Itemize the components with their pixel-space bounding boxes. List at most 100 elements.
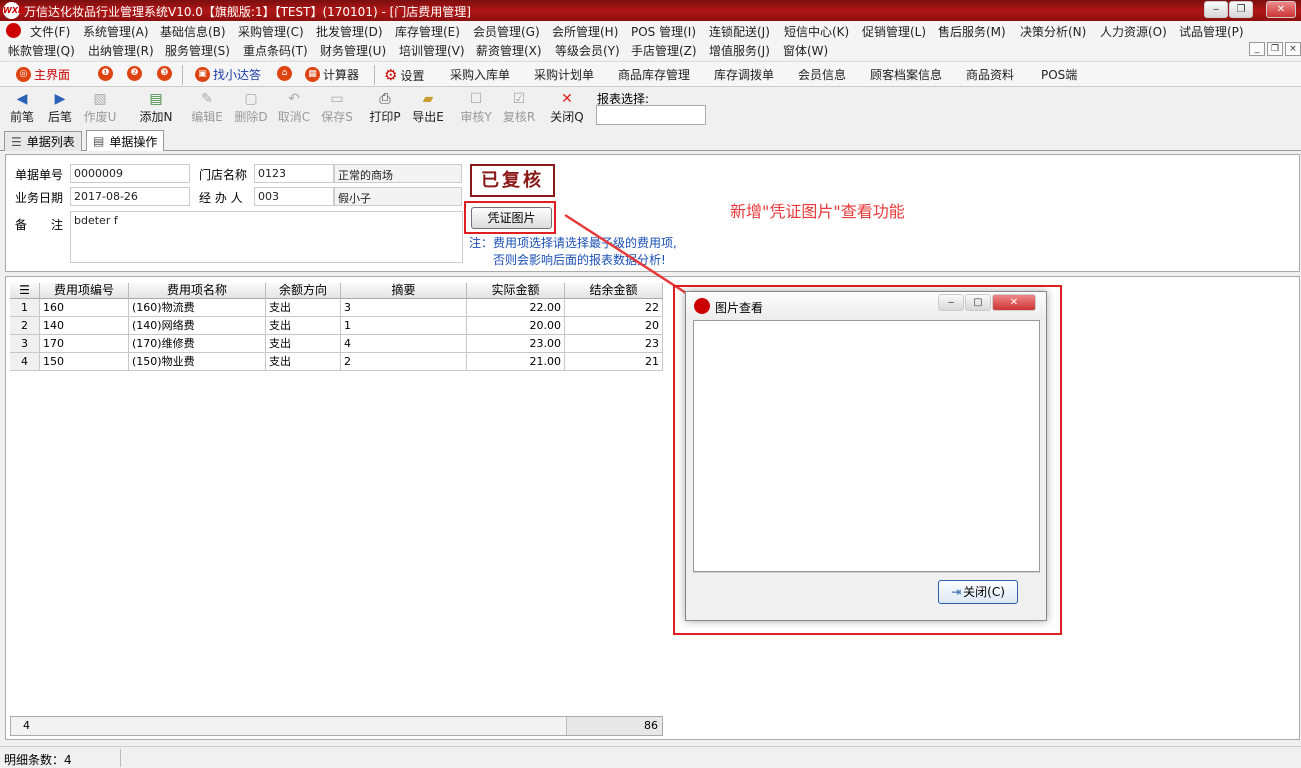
handler-code-field[interactable]: 003 — [254, 187, 334, 206]
grid-cell-n[interactable]: 1 — [10, 299, 40, 317]
quick-link-purchase-plan[interactable]: 采购计划单 — [534, 66, 594, 83]
home2-link[interactable]: ⌂ — [277, 66, 295, 81]
grid-cell-name[interactable]: (170)维修费 — [129, 335, 266, 353]
menu-accounts[interactable]: 帐款管理(Q) — [8, 42, 75, 59]
menu-finance[interactable]: 财务管理(U) — [320, 42, 386, 59]
report-select-input[interactable] — [596, 105, 706, 125]
minimize-button[interactable]: ‒ — [1204, 1, 1228, 18]
menu-pos[interactable]: POS 管理(I) — [631, 23, 696, 40]
grid-corner[interactable]: ☰ — [10, 283, 40, 299]
date-field[interactable]: 2017-08-26 — [70, 187, 190, 206]
menu-level-member[interactable]: 等级会员(Y) — [555, 42, 620, 59]
menu-barcode[interactable]: 重点条码(T) — [243, 42, 308, 59]
quick-link-transfer[interactable]: 库存调拨单 — [714, 66, 774, 83]
restore-button[interactable]: ❐ — [1229, 1, 1253, 18]
tab-doc-operate[interactable]: ▤ 单据操作 — [86, 130, 165, 151]
menu-wholesale[interactable]: 批发管理(D) — [316, 23, 383, 40]
grid-cell-dir[interactable]: 支出 — [266, 317, 341, 335]
grid-cell-memo[interactable]: 1 — [341, 317, 467, 335]
quick-link-product[interactable]: 商品资料 — [966, 66, 1014, 83]
grid-cell-name[interactable]: (160)物流费 — [129, 299, 266, 317]
grid-cell-code[interactable]: 160 — [40, 299, 129, 317]
dialog-minimize-button[interactable]: ‒ — [938, 294, 964, 311]
quick-link-pos[interactable]: POS端 — [1041, 66, 1077, 83]
grid-cell-memo[interactable]: 2 — [341, 353, 467, 371]
grid-header-memo[interactable]: 摘要 — [341, 283, 467, 299]
menu-valueadded[interactable]: 增值服务(J) — [709, 42, 770, 59]
quick-link-customer[interactable]: 顾客档案信息 — [870, 66, 942, 83]
find-xd-link[interactable]: ▣ 找小达答 — [195, 66, 261, 83]
menu-trial[interactable]: 试品管理(P) — [1179, 23, 1244, 40]
menu-purchase[interactable]: 采购管理(C) — [238, 23, 304, 40]
grid-cell-dir[interactable]: 支出 — [266, 353, 341, 371]
menu-analysis[interactable]: 决策分析(N) — [1020, 23, 1086, 40]
grid-header-direction[interactable]: 余额方向 — [266, 283, 341, 299]
grid-cell-dir[interactable]: 支出 — [266, 299, 341, 317]
grid-header-name[interactable]: 费用项名称 — [129, 283, 266, 299]
close-window-button[interactable]: ✕ — [1266, 1, 1296, 18]
dialog-maximize-button[interactable]: ▢ — [965, 294, 991, 311]
voucher-image-button[interactable]: 凭证图片 — [471, 207, 552, 229]
grid-cell-amount[interactable]: 20.00 — [467, 317, 565, 335]
next-button[interactable]: ▶ 后笔 — [41, 90, 79, 125]
grid-cell-name[interactable]: (150)物业费 — [129, 353, 266, 371]
menu-promotion[interactable]: 促销管理(L) — [862, 23, 926, 40]
export-button[interactable]: ▰ 导出E — [409, 90, 447, 125]
grid-cell-n[interactable]: 3 — [10, 335, 40, 353]
mdi-minimize-icon[interactable]: _ — [1249, 42, 1265, 56]
calculator-link[interactable]: ▦ 计算器 — [305, 66, 359, 83]
grid-cell-amount[interactable]: 23.00 — [467, 335, 565, 353]
print-button[interactable]: ⎙ 打印P — [366, 90, 404, 125]
quick-icon-3[interactable]: ❸ — [157, 66, 175, 81]
quick-icon-2[interactable]: ❷ — [127, 66, 145, 81]
menu-window[interactable]: 窗体(W) — [783, 42, 828, 59]
grid-cell-balance[interactable]: 22 — [565, 299, 663, 317]
grid-header-balance[interactable]: 结余金额 — [565, 283, 663, 299]
prev-button[interactable]: ◀ 前笔 — [3, 90, 41, 125]
grid-cell-memo[interactable]: 3 — [341, 299, 467, 317]
grid-cell-memo[interactable]: 4 — [341, 335, 467, 353]
audit-button[interactable]: ☐ 审核Y — [457, 90, 495, 125]
menu-basic[interactable]: 基础信息(B) — [160, 23, 226, 40]
grid-cell-code[interactable]: 140 — [40, 317, 129, 335]
grid-cell-dir[interactable]: 支出 — [266, 335, 341, 353]
picture-viewer-close-button[interactable]: ⇥ 关闭(C) — [938, 580, 1018, 604]
reaudit-button[interactable]: ☑ 复核R — [500, 90, 538, 125]
menu-cashier[interactable]: 出纳管理(R) — [88, 42, 154, 59]
menu-inventory[interactable]: 库存管理(E) — [395, 23, 460, 40]
grid-header-code[interactable]: 费用项编号 — [40, 283, 129, 299]
grid-cell-balance[interactable]: 21 — [565, 353, 663, 371]
grid-cell-amount[interactable]: 22.00 — [467, 299, 565, 317]
quick-link-member[interactable]: 会员信息 — [798, 66, 846, 83]
grid-cell-name[interactable]: (140)网络费 — [129, 317, 266, 335]
void-button[interactable]: ▧ 作废U — [81, 90, 119, 125]
quick-link-purchase-in[interactable]: 采购入库单 — [450, 66, 510, 83]
cancel-button[interactable]: ↶ 取消C — [275, 90, 313, 125]
picture-viewer-titlebar[interactable]: 图片查看 ‒ ▢ ✕ — [686, 292, 1046, 320]
tab-doc-list[interactable]: ☰ 单据列表 — [4, 131, 82, 151]
grid-cell-code[interactable]: 170 — [40, 335, 129, 353]
menu-member[interactable]: 会员管理(G) — [473, 23, 540, 40]
settings-link[interactable]: ⚙ 设置 — [384, 66, 424, 84]
grid-cell-n[interactable]: 4 — [10, 353, 40, 371]
grid-cell-balance[interactable]: 23 — [565, 335, 663, 353]
grid-cell-n[interactable]: 2 — [10, 317, 40, 335]
quick-icon-1[interactable]: ❶ — [98, 66, 116, 81]
mdi-close-icon[interactable]: × — [1285, 42, 1301, 56]
menu-sms[interactable]: 短信中心(K) — [784, 23, 849, 40]
menu-salary[interactable]: 薪资管理(X) — [476, 42, 542, 59]
menu-training[interactable]: 培训管理(V) — [399, 42, 465, 59]
menu-system[interactable]: 系统管理(A) — [83, 23, 149, 40]
home-link[interactable]: ◎ 主界面 — [16, 66, 70, 83]
grid-cell-balance[interactable]: 20 — [565, 317, 663, 335]
menu-handstore[interactable]: 手店管理(Z) — [631, 42, 697, 59]
quick-link-stock[interactable]: 商品库存管理 — [618, 66, 690, 83]
mdi-restore-icon[interactable]: ❐ — [1267, 42, 1283, 56]
menu-file[interactable]: 文件(F) — [30, 23, 70, 40]
save-button[interactable]: ▭ 保存S — [318, 90, 356, 125]
grid-cell-amount[interactable]: 21.00 — [467, 353, 565, 371]
close-form-button[interactable]: ✕ 关闭Q — [548, 90, 586, 125]
store-code-field[interactable]: 0123 — [254, 164, 334, 183]
menu-hr[interactable]: 人力资源(O) — [1100, 23, 1167, 40]
menu-club[interactable]: 会所管理(H) — [552, 23, 618, 40]
